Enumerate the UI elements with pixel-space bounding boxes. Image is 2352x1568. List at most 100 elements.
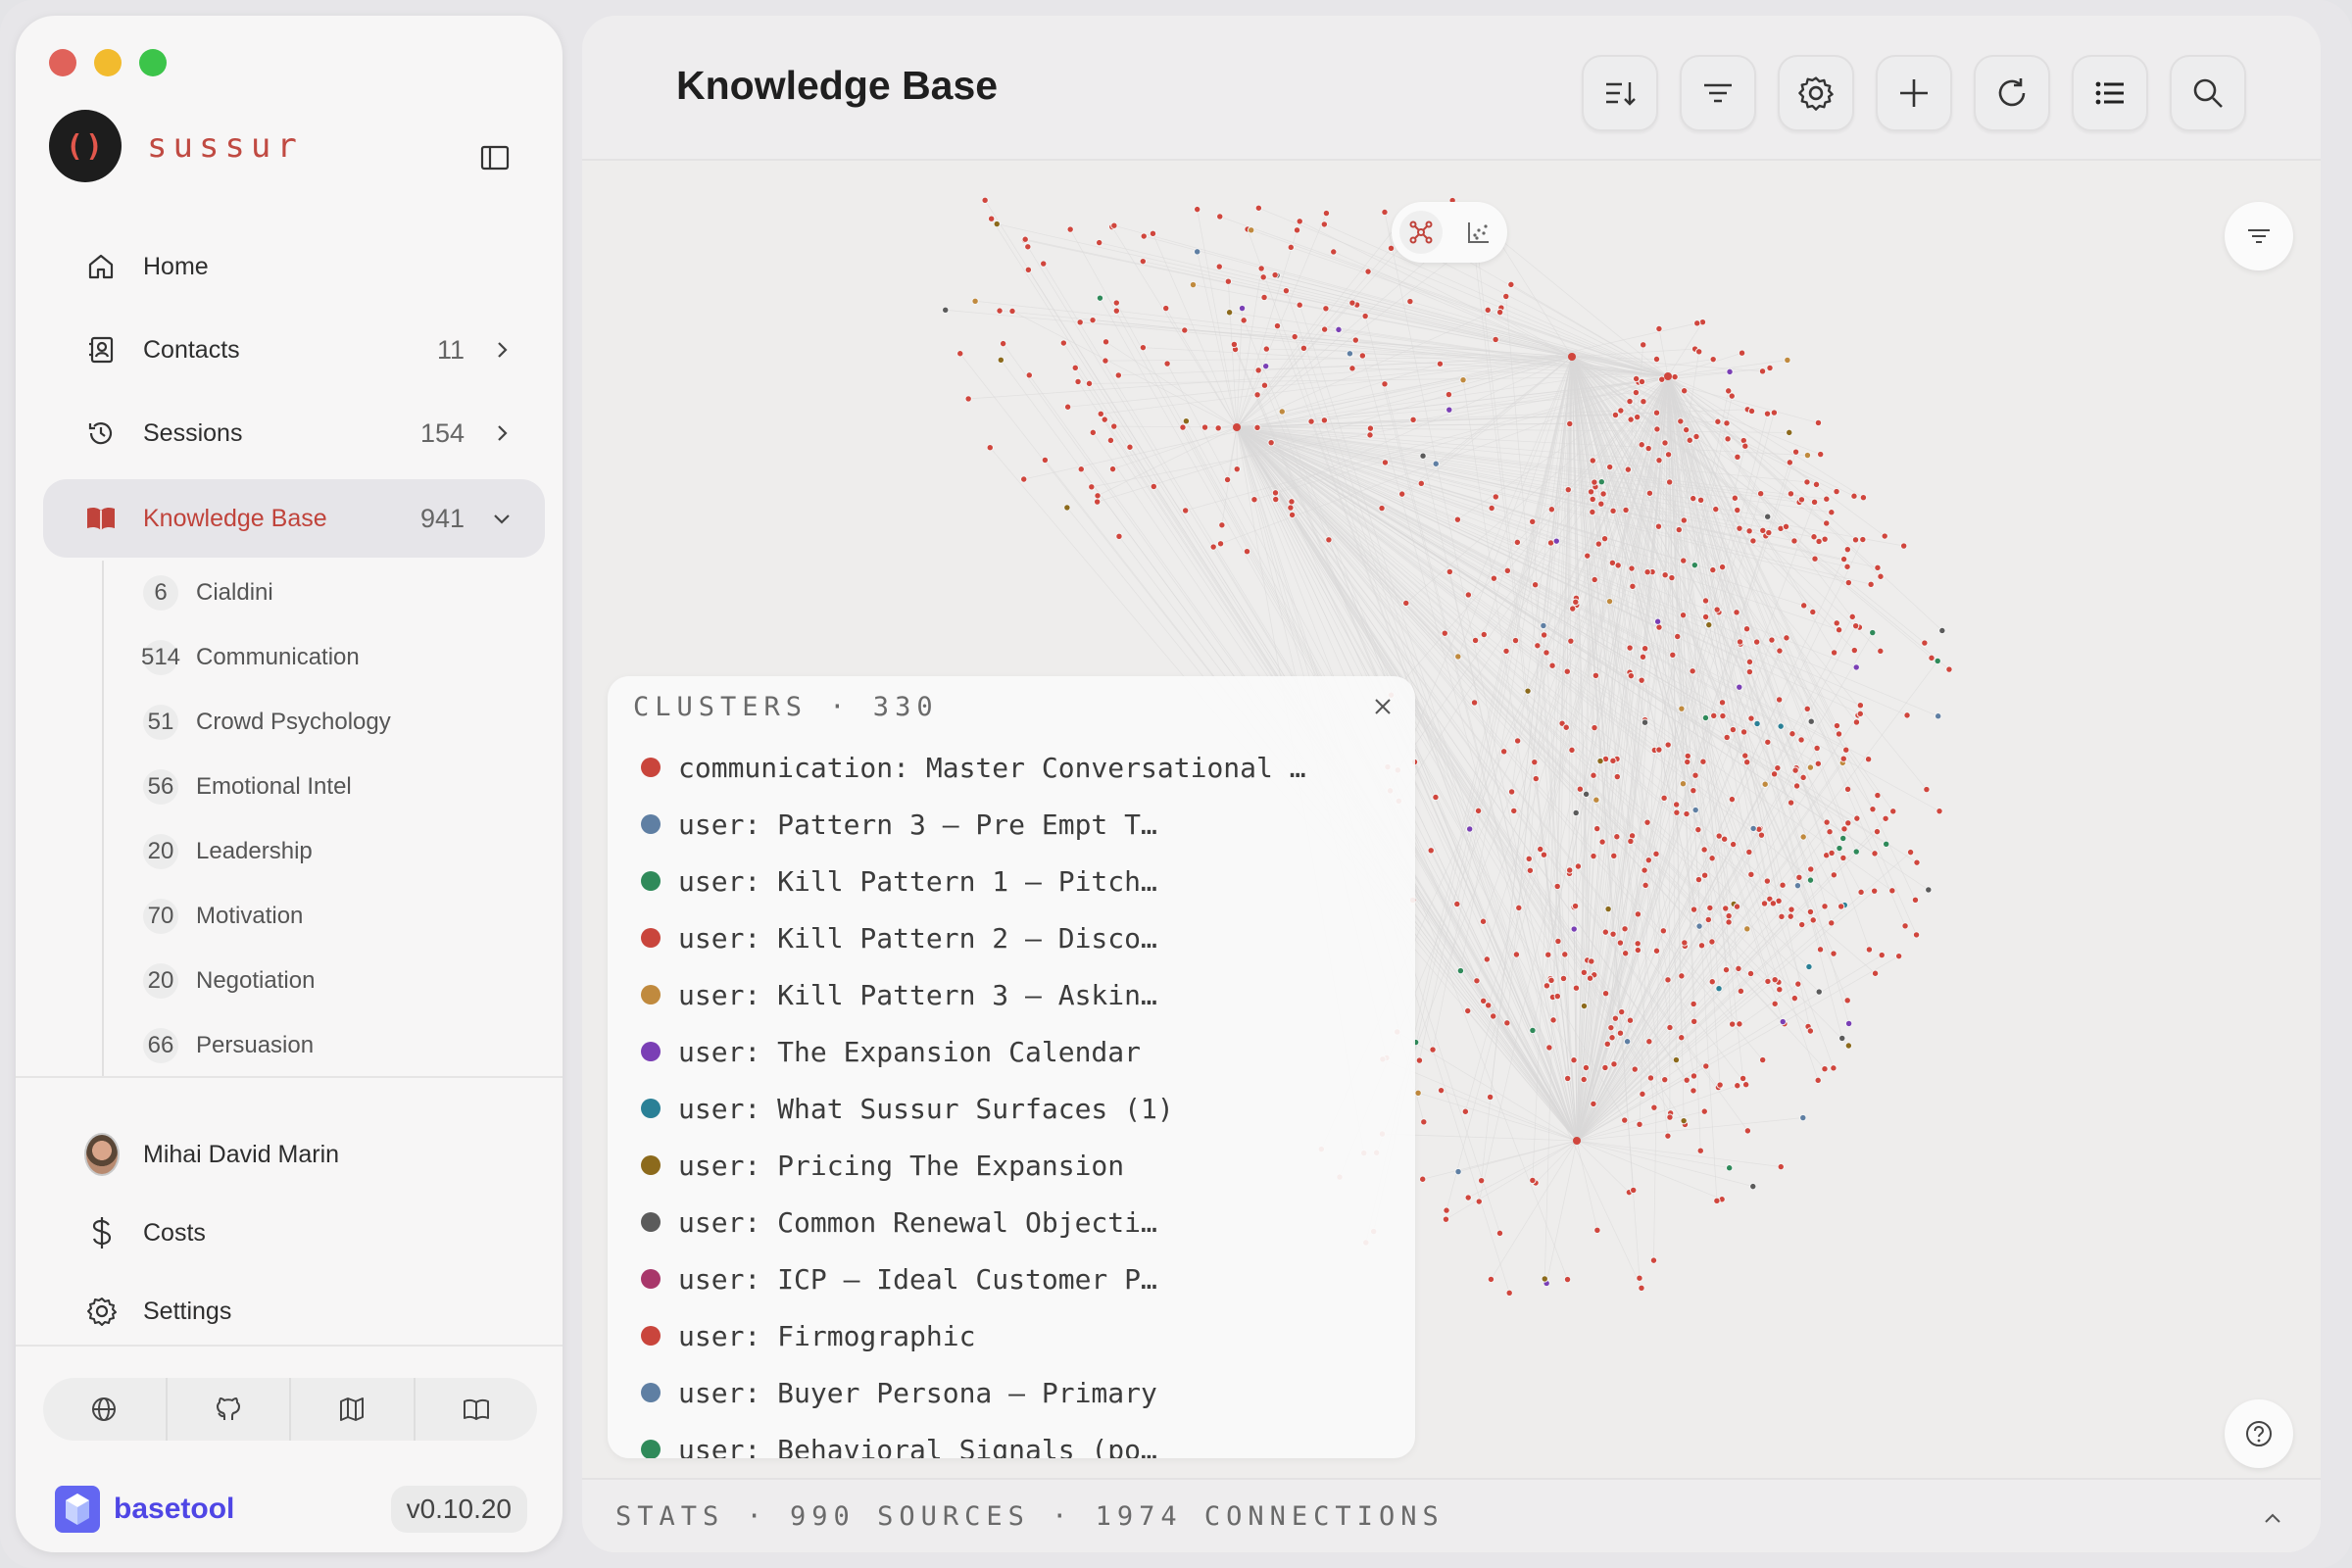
graph-node[interactable] [1745,667,1754,676]
graph-node[interactable] [1541,1275,1548,1283]
graph-node[interactable] [1063,403,1072,411]
graph-node[interactable] [1694,825,1702,834]
graph-node[interactable] [1565,866,1574,874]
graph-node[interactable] [1487,1275,1495,1284]
stats-bar[interactable]: STATS · 990 SOURCES · 1974 CONNECTIONS [582,1478,2321,1552]
graph-node[interactable] [1453,515,1462,523]
graph-node[interactable] [1590,1100,1597,1108]
graph-node[interactable] [1652,409,1661,416]
graph-node[interactable] [1563,1275,1572,1284]
graph-node[interactable] [1680,516,1689,524]
graph-node[interactable] [1690,1000,1697,1008]
graph-node[interactable] [1714,417,1722,425]
graph-node[interactable] [1288,511,1297,519]
graph-node[interactable] [1322,209,1331,218]
graph-node[interactable] [1441,629,1448,637]
graph-node[interactable] [1427,847,1435,855]
graph-node[interactable] [1320,220,1329,228]
graph-node[interactable] [1715,985,1723,993]
graph-node[interactable] [1814,1076,1822,1085]
graph-node[interactable] [1708,978,1716,986]
graph-node[interactable] [1837,903,1845,910]
graph-node[interactable] [1598,838,1606,846]
graph-node[interactable] [997,356,1005,365]
graph-node[interactable] [1593,1226,1601,1235]
graph-node[interactable] [1634,940,1642,948]
graph-node[interactable] [1806,907,1815,916]
graph-node[interactable] [1591,478,1598,486]
graph-node[interactable] [1871,969,1880,977]
graph-node[interactable] [1743,1127,1752,1135]
graph-node[interactable] [1790,537,1798,545]
graph-node[interactable] [1563,667,1571,675]
graph-node[interactable] [1665,478,1674,486]
graph-node[interactable] [1253,391,1261,399]
graph-node[interactable] [1859,493,1868,502]
graph-node[interactable] [1678,1034,1686,1042]
category-item[interactable]: 66 Persuasion [104,1013,545,1078]
graph-node[interactable] [1181,326,1189,334]
graph-node[interactable] [1543,982,1551,990]
graph-node[interactable] [1666,1113,1674,1121]
graph-node[interactable] [1548,662,1556,669]
graph-node[interactable] [1629,582,1637,591]
graph-node[interactable] [1040,260,1048,268]
graph-node[interactable] [1540,851,1548,858]
graph-node[interactable] [1864,755,1873,763]
graph-node[interactable] [1636,1120,1643,1128]
graph-node[interactable] [1591,575,1598,584]
graph-node[interactable] [1215,263,1223,270]
graph-node[interactable] [1474,807,1483,815]
nav-item-sessions[interactable]: Sessions 154 [43,398,545,468]
graph-node[interactable] [1594,540,1603,548]
graph-hub-node[interactable] [1573,1137,1581,1145]
graph-node[interactable] [1330,248,1338,256]
graph-node[interactable] [1638,377,1646,386]
graph-node[interactable] [1590,852,1597,860]
graph-node[interactable] [1510,807,1518,815]
graph-node[interactable] [1660,794,1668,803]
graph-node[interactable] [1473,977,1481,985]
graph-node[interactable] [1320,416,1329,424]
graph-node[interactable] [1925,886,1933,894]
graph-node[interactable] [1110,422,1118,430]
graph-node[interactable] [1503,566,1512,574]
graph-node[interactable] [1609,757,1617,765]
graph-node[interactable] [1821,903,1829,910]
graph-node[interactable] [1238,304,1247,313]
graph-node[interactable] [1736,524,1743,532]
graph-node[interactable] [1731,494,1740,502]
graph-node[interactable] [1503,1019,1511,1027]
graph-node[interactable] [1901,922,1909,930]
cluster-item[interactable]: user: ICP — Ideal Customer P… [641,1250,1306,1307]
graph-node[interactable] [1906,848,1915,857]
graph-node[interactable] [1623,1038,1632,1046]
graph-node[interactable] [1645,1038,1653,1046]
graph-node[interactable] [1547,506,1556,514]
graph-node[interactable] [1626,397,1634,406]
graph-node[interactable] [1799,833,1807,841]
graph-node[interactable] [1870,887,1879,895]
graph-node[interactable] [1787,912,1794,920]
graph-node[interactable] [1209,543,1217,551]
graph-node[interactable] [993,220,1001,228]
graph-node[interactable] [1655,456,1663,465]
graph-node[interactable] [1749,1182,1757,1191]
graph-node[interactable] [1572,598,1580,607]
graph-node[interactable] [1745,527,1753,535]
graph-node[interactable] [1139,343,1148,352]
graph-node[interactable] [1797,736,1805,744]
graph-node[interactable] [1580,1075,1588,1084]
graph-node[interactable] [1821,1065,1829,1073]
graph-node[interactable] [1243,548,1251,556]
graph-node[interactable] [1692,432,1700,441]
graph-view-button[interactable] [1398,211,1443,254]
graph-node[interactable] [1803,451,1812,460]
graph-node[interactable] [1287,504,1295,512]
graph-node[interactable] [1747,714,1755,722]
cluster-item[interactable]: user: Kill Pattern 3 — Askin… [641,966,1306,1023]
graph-node[interactable] [1537,845,1544,854]
graph-node[interactable] [1250,496,1258,504]
graph-node[interactable] [1490,1012,1497,1020]
graph-node[interactable] [1865,946,1874,954]
